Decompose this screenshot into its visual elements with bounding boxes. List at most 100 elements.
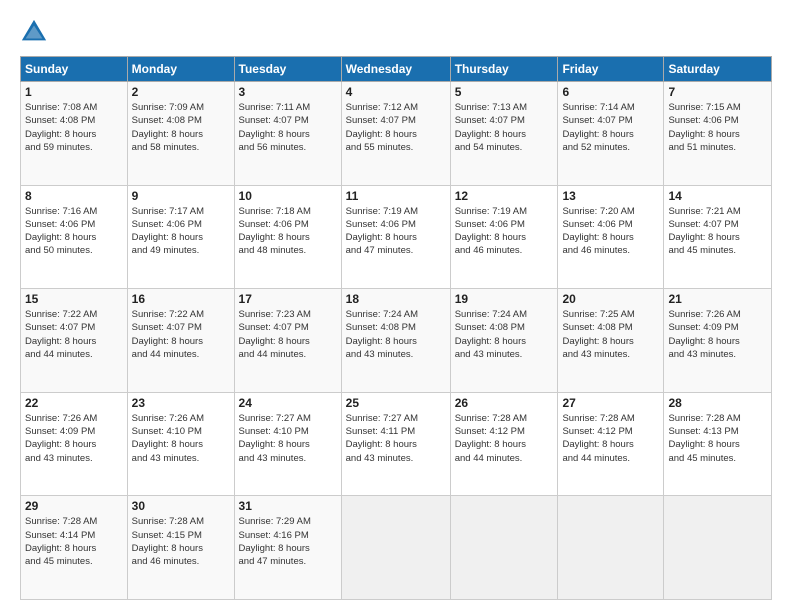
day-number: 10 xyxy=(239,189,337,203)
day-info: Sunrise: 7:24 AM Sunset: 4:08 PM Dayligh… xyxy=(455,308,554,361)
calendar-cell xyxy=(341,496,450,600)
day-number: 12 xyxy=(455,189,554,203)
calendar-table: SundayMondayTuesdayWednesdayThursdayFrid… xyxy=(20,56,772,600)
calendar-week-row: 1 Sunrise: 7:08 AM Sunset: 4:08 PM Daylig… xyxy=(21,82,772,186)
day-info: Sunrise: 7:09 AM Sunset: 4:08 PM Dayligh… xyxy=(132,101,230,154)
calendar-day-header: Tuesday xyxy=(234,57,341,82)
calendar-day-header: Monday xyxy=(127,57,234,82)
calendar-cell: 17 Sunrise: 7:23 AM Sunset: 4:07 PM Dayli… xyxy=(234,289,341,393)
calendar-cell: 10 Sunrise: 7:18 AM Sunset: 4:06 PM Dayli… xyxy=(234,185,341,289)
day-number: 24 xyxy=(239,396,337,410)
day-number: 1 xyxy=(25,85,123,99)
day-info: Sunrise: 7:26 AM Sunset: 4:09 PM Dayligh… xyxy=(25,412,123,465)
calendar-cell: 30Sunrise: 7:28 AM Sunset: 4:15 PM Dayli… xyxy=(127,496,234,600)
calendar-cell: 25 Sunrise: 7:27 AM Sunset: 4:11 PM Dayli… xyxy=(341,392,450,496)
day-number: 15 xyxy=(25,292,123,306)
calendar-cell: 9 Sunrise: 7:17 AM Sunset: 4:06 PM Daylig… xyxy=(127,185,234,289)
day-info: Sunrise: 7:08 AM Sunset: 4:08 PM Dayligh… xyxy=(25,101,123,154)
day-info: Sunrise: 7:27 AM Sunset: 4:10 PM Dayligh… xyxy=(239,412,337,465)
day-info: Sunrise: 7:15 AM Sunset: 4:06 PM Dayligh… xyxy=(668,101,767,154)
calendar-day-header: Friday xyxy=(558,57,664,82)
day-number: 31 xyxy=(239,499,337,513)
calendar-cell: 31 Sunrise: 7:29 AM Sunset: 4:16 PM Dayli… xyxy=(234,496,341,600)
day-number: 6 xyxy=(562,85,659,99)
calendar-cell: 18 Sunrise: 7:24 AM Sunset: 4:08 PM Dayli… xyxy=(341,289,450,393)
day-number: 5 xyxy=(455,85,554,99)
calendar-cell: 28 Sunrise: 7:28 AM Sunset: 4:13 PM Dayli… xyxy=(664,392,772,496)
day-info: Sunrise: 7:27 AM Sunset: 4:11 PM Dayligh… xyxy=(346,412,446,465)
day-number: 13 xyxy=(562,189,659,203)
day-info: Sunrise: 7:12 AM Sunset: 4:07 PM Dayligh… xyxy=(346,101,446,154)
calendar-cell: 23Sunrise: 7:26 AM Sunset: 4:10 PM Dayli… xyxy=(127,392,234,496)
day-number: 3 xyxy=(239,85,337,99)
day-number: 21 xyxy=(668,292,767,306)
day-info: Sunrise: 7:28 AM Sunset: 4:13 PM Dayligh… xyxy=(668,412,767,465)
day-info: Sunrise: 7:11 AM Sunset: 4:07 PM Dayligh… xyxy=(239,101,337,154)
day-info: Sunrise: 7:14 AM Sunset: 4:07 PM Dayligh… xyxy=(562,101,659,154)
day-info: Sunrise: 7:26 AM Sunset: 4:09 PM Dayligh… xyxy=(668,308,767,361)
day-info: Sunrise: 7:18 AM Sunset: 4:06 PM Dayligh… xyxy=(239,205,337,258)
day-number: 17 xyxy=(239,292,337,306)
day-info: Sunrise: 7:28 AM Sunset: 4:12 PM Dayligh… xyxy=(455,412,554,465)
calendar-cell: 4 Sunrise: 7:12 AM Sunset: 4:07 PM Daylig… xyxy=(341,82,450,186)
calendar-cell xyxy=(558,496,664,600)
calendar-cell: 22 Sunrise: 7:26 AM Sunset: 4:09 PM Dayli… xyxy=(21,392,128,496)
calendar-cell: 15 Sunrise: 7:22 AM Sunset: 4:07 PM Dayli… xyxy=(21,289,128,393)
day-number: 25 xyxy=(346,396,446,410)
calendar-day-header: Saturday xyxy=(664,57,772,82)
calendar-cell: 2 Sunrise: 7:09 AM Sunset: 4:08 PM Daylig… xyxy=(127,82,234,186)
day-number: 2 xyxy=(132,85,230,99)
calendar-cell: 24 Sunrise: 7:27 AM Sunset: 4:10 PM Dayli… xyxy=(234,392,341,496)
day-number: 11 xyxy=(346,189,446,203)
day-number: 20 xyxy=(562,292,659,306)
calendar-week-row: 29 Sunrise: 7:28 AM Sunset: 4:14 PM Dayli… xyxy=(21,496,772,600)
day-info: Sunrise: 7:26 AM Sunset: 4:10 PM Dayligh… xyxy=(132,412,230,465)
calendar-week-row: 15 Sunrise: 7:22 AM Sunset: 4:07 PM Dayli… xyxy=(21,289,772,393)
calendar-week-row: 8Sunrise: 7:16 AM Sunset: 4:06 PM Daylig… xyxy=(21,185,772,289)
day-info: Sunrise: 7:29 AM Sunset: 4:16 PM Dayligh… xyxy=(239,515,337,568)
calendar-cell: 20 Sunrise: 7:25 AM Sunset: 4:08 PM Dayli… xyxy=(558,289,664,393)
day-info: Sunrise: 7:22 AM Sunset: 4:07 PM Dayligh… xyxy=(25,308,123,361)
logo xyxy=(20,18,54,46)
day-number: 22 xyxy=(25,396,123,410)
calendar-cell: 1 Sunrise: 7:08 AM Sunset: 4:08 PM Daylig… xyxy=(21,82,128,186)
day-info: Sunrise: 7:17 AM Sunset: 4:06 PM Dayligh… xyxy=(132,205,230,258)
day-info: Sunrise: 7:28 AM Sunset: 4:15 PM Dayligh… xyxy=(132,515,230,568)
day-info: Sunrise: 7:20 AM Sunset: 4:06 PM Dayligh… xyxy=(562,205,659,258)
day-number: 18 xyxy=(346,292,446,306)
day-number: 28 xyxy=(668,396,767,410)
day-number: 29 xyxy=(25,499,123,513)
calendar-cell: 29 Sunrise: 7:28 AM Sunset: 4:14 PM Dayli… xyxy=(21,496,128,600)
day-number: 26 xyxy=(455,396,554,410)
calendar-week-row: 22 Sunrise: 7:26 AM Sunset: 4:09 PM Dayli… xyxy=(21,392,772,496)
calendar-cell: 13 Sunrise: 7:20 AM Sunset: 4:06 PM Dayli… xyxy=(558,185,664,289)
day-number: 19 xyxy=(455,292,554,306)
calendar-cell: 5 Sunrise: 7:13 AM Sunset: 4:07 PM Daylig… xyxy=(450,82,558,186)
calendar-cell: 7Sunrise: 7:15 AM Sunset: 4:06 PM Daylig… xyxy=(664,82,772,186)
day-number: 27 xyxy=(562,396,659,410)
calendar-cell: 19 Sunrise: 7:24 AM Sunset: 4:08 PM Dayli… xyxy=(450,289,558,393)
calendar-cell xyxy=(450,496,558,600)
page: SundayMondayTuesdayWednesdayThursdayFrid… xyxy=(0,0,792,612)
day-info: Sunrise: 7:19 AM Sunset: 4:06 PM Dayligh… xyxy=(455,205,554,258)
calendar-header-row: SundayMondayTuesdayWednesdayThursdayFrid… xyxy=(21,57,772,82)
day-info: Sunrise: 7:23 AM Sunset: 4:07 PM Dayligh… xyxy=(239,308,337,361)
calendar-cell: 27 Sunrise: 7:28 AM Sunset: 4:12 PM Dayli… xyxy=(558,392,664,496)
calendar-cell: 11Sunrise: 7:19 AM Sunset: 4:06 PM Dayli… xyxy=(341,185,450,289)
calendar-cell: 14Sunrise: 7:21 AM Sunset: 4:07 PM Dayli… xyxy=(664,185,772,289)
day-info: Sunrise: 7:22 AM Sunset: 4:07 PM Dayligh… xyxy=(132,308,230,361)
day-info: Sunrise: 7:24 AM Sunset: 4:08 PM Dayligh… xyxy=(346,308,446,361)
day-info: Sunrise: 7:28 AM Sunset: 4:14 PM Dayligh… xyxy=(25,515,123,568)
calendar-cell: 26 Sunrise: 7:28 AM Sunset: 4:12 PM Dayli… xyxy=(450,392,558,496)
day-info: Sunrise: 7:25 AM Sunset: 4:08 PM Dayligh… xyxy=(562,308,659,361)
day-number: 4 xyxy=(346,85,446,99)
calendar-day-header: Thursday xyxy=(450,57,558,82)
day-info: Sunrise: 7:13 AM Sunset: 4:07 PM Dayligh… xyxy=(455,101,554,154)
calendar-cell: 8Sunrise: 7:16 AM Sunset: 4:06 PM Daylig… xyxy=(21,185,128,289)
logo-icon xyxy=(20,18,48,46)
day-number: 9 xyxy=(132,189,230,203)
day-info: Sunrise: 7:16 AM Sunset: 4:06 PM Dayligh… xyxy=(25,205,123,258)
day-info: Sunrise: 7:28 AM Sunset: 4:12 PM Dayligh… xyxy=(562,412,659,465)
calendar-cell: 21 Sunrise: 7:26 AM Sunset: 4:09 PM Dayli… xyxy=(664,289,772,393)
calendar-day-header: Sunday xyxy=(21,57,128,82)
